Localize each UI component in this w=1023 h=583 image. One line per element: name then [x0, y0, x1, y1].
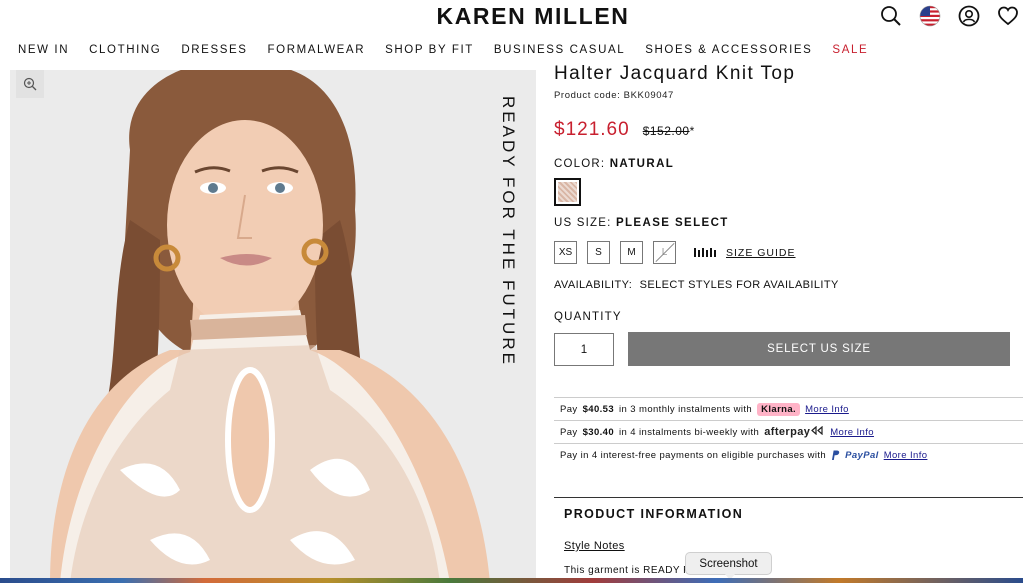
- brand-logo[interactable]: KAREN MILLEN: [0, 3, 1023, 30]
- nav-item-business-casual[interactable]: BUSINESS CASUAL: [494, 44, 625, 56]
- nav-item-new-in[interactable]: NEW IN: [18, 44, 69, 56]
- image-overlay-text: READY FOR THE FUTURE: [499, 96, 518, 367]
- size-option-m[interactable]: M: [620, 241, 643, 264]
- availability-value: SELECT STYLES FOR AVAILABILITY: [639, 279, 839, 291]
- os-dock-strip: [0, 578, 1023, 583]
- size-option-xs[interactable]: XS: [554, 241, 577, 264]
- paypal-more-info-link[interactable]: More Info: [884, 450, 928, 461]
- price-row: $121.60 $152.00*: [554, 119, 695, 141]
- klarna-more-info-link[interactable]: More Info: [805, 404, 849, 415]
- quantity-input[interactable]: 1: [554, 333, 614, 366]
- size-guide-link[interactable]: SIZE GUIDE: [694, 247, 796, 259]
- nav-item-shoes-accessories[interactable]: SHOES & ACCESSORIES: [645, 44, 812, 56]
- nav-item-clothing[interactable]: CLOTHING: [89, 44, 161, 56]
- search-icon[interactable]: [878, 3, 904, 29]
- afterpay-logo-text: afterpay: [764, 426, 811, 438]
- us-flag-icon[interactable]: [917, 3, 943, 29]
- site-header: KAREN MILLEN: [0, 0, 1023, 36]
- availability-row: AVAILABILITY: SELECT STYLES FOR AVAILABI…: [554, 279, 839, 291]
- klarna-prefix: Pay: [560, 403, 578, 415]
- ruler-icon: [694, 248, 716, 257]
- product-information-heading[interactable]: PRODUCT INFORMATION: [564, 507, 743, 521]
- product-code: Product code: BKK09047: [554, 90, 674, 101]
- nav-item-dresses[interactable]: DRESSES: [181, 44, 247, 56]
- size-option-s[interactable]: S: [587, 241, 610, 264]
- model-photo: [10, 70, 536, 583]
- select-size-button[interactable]: SELECT US SIZE: [628, 332, 1010, 366]
- afterpay-logo: afterpay: [764, 425, 825, 438]
- section-divider: [554, 497, 1023, 498]
- screenshot-tooltip: Screenshot: [685, 552, 772, 580]
- size-selector: XS S M L SIZE GUIDE: [554, 241, 796, 264]
- payment-options: Pay $40.53 in 3 monthly instalments with…: [554, 397, 1023, 467]
- afterpay-text: in 4 instalments bi-weekly with: [619, 426, 760, 438]
- paypal-row: Pay in 4 interest-free payments on eligi…: [554, 444, 1023, 467]
- current-price: $121.60: [554, 119, 630, 140]
- account-icon[interactable]: [956, 3, 982, 29]
- size-option-l-unavailable[interactable]: L: [653, 241, 676, 264]
- klarna-amount: $40.53: [582, 403, 615, 415]
- size-label-text: US SIZE:: [554, 217, 612, 229]
- color-label: COLOR: NATURAL: [554, 158, 674, 170]
- afterpay-row: Pay $30.40 in 4 instalments bi-weekly wi…: [554, 421, 1023, 444]
- main-nav: NEW IN CLOTHING DRESSES FORMALWEAR SHOP …: [18, 44, 868, 56]
- color-label-text: COLOR:: [554, 158, 606, 170]
- size-value: PLEASE SELECT: [615, 217, 729, 229]
- style-notes-link[interactable]: Style Notes: [564, 540, 625, 552]
- size-guide-label[interactable]: SIZE GUIDE: [726, 247, 796, 259]
- nav-item-sale[interactable]: SALE: [832, 44, 868, 56]
- color-value: NATURAL: [609, 158, 675, 170]
- garment-description: This garment is READY F: [564, 565, 690, 576]
- swatch-fill: [558, 182, 577, 202]
- paypal-text: Pay in 4 interest-free payments on eligi…: [560, 450, 827, 461]
- color-swatch-natural[interactable]: [554, 178, 581, 206]
- zoom-in-icon: [23, 77, 37, 91]
- product-title: Halter Jacquard Knit Top: [554, 63, 796, 84]
- original-price: $152.00*: [643, 124, 695, 138]
- product-image[interactable]: READY FOR THE FUTURE: [10, 70, 536, 583]
- klarna-text: in 3 monthly instalments with: [619, 403, 753, 415]
- afterpay-amount: $30.40: [582, 426, 615, 438]
- paypal-p-icon: [832, 450, 840, 460]
- klarna-logo: Klarna.: [757, 402, 801, 416]
- quantity-label: QUANTITY: [554, 311, 622, 323]
- price-footnote-marker: *: [689, 124, 695, 138]
- header-icons: [878, 3, 1021, 29]
- klarna-row: Pay $40.53 in 3 monthly instalments with…: [554, 398, 1023, 421]
- afterpay-more-info-link[interactable]: More Info: [830, 427, 874, 438]
- original-price-value: $152.00: [642, 124, 690, 138]
- size-label: US SIZE: PLEASE SELECT: [554, 217, 729, 229]
- afterpay-prefix: Pay: [560, 426, 578, 438]
- afterpay-arrows-icon: [811, 425, 823, 436]
- paypal-logo: PayPal: [845, 450, 879, 461]
- availability-label: AVAILABILITY:: [554, 279, 633, 291]
- nav-item-formalwear[interactable]: FORMALWEAR: [268, 44, 366, 56]
- zoom-button[interactable]: [16, 70, 44, 98]
- nav-item-shop-by-fit[interactable]: SHOP BY FIT: [385, 44, 474, 56]
- wishlist-heart-icon[interactable]: [995, 3, 1021, 29]
